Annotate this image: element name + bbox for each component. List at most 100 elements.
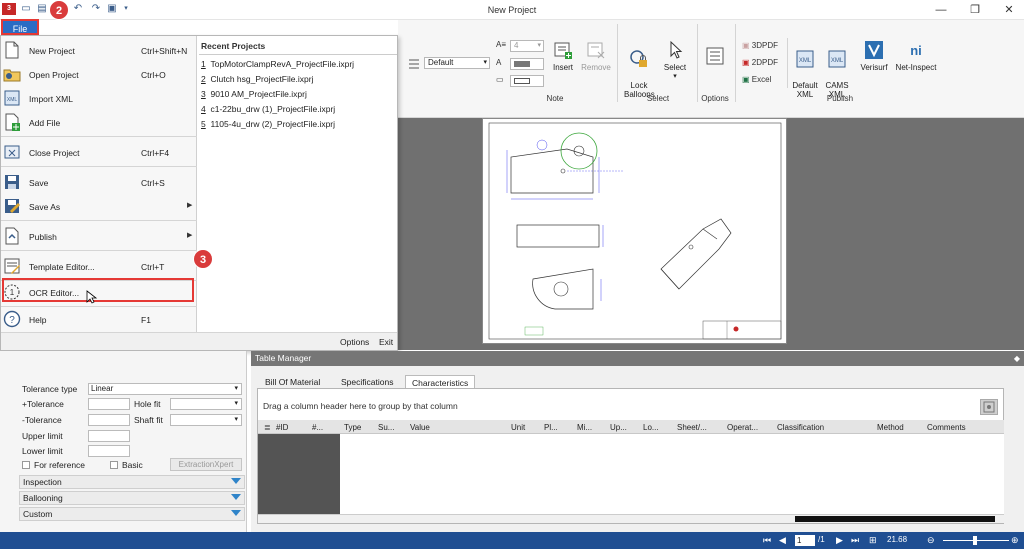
pin-icon[interactable]: ◆ — [1014, 351, 1020, 366]
column-header[interactable]: Operat... — [727, 423, 758, 432]
publish-3dpdf-button[interactable]: ▣ 3DPDF — [742, 41, 778, 50]
hole-fit-select[interactable]: ▾ — [170, 398, 242, 410]
extraction-xpert-label: ExtractionXpert — [178, 460, 234, 469]
extraction-xpert-button[interactable]: ExtractionXpert — [170, 458, 242, 471]
cursor-icon — [670, 40, 683, 59]
tab-specifications[interactable]: Specifications — [335, 375, 399, 389]
border-style-select[interactable] — [510, 75, 544, 87]
exit-button[interactable]: Exit — [379, 337, 393, 347]
tab-bill-of-material[interactable]: Bill Of Material — [259, 375, 326, 389]
section-label: Ballooning — [23, 493, 63, 503]
previous-page-icon[interactable]: ◀ — [779, 535, 786, 546]
publish-verisurf-button[interactable]: Verisurf — [856, 40, 892, 72]
chevron-down-icon — [231, 478, 241, 484]
page-number-input[interactable]: 1 — [795, 535, 815, 546]
column-header[interactable]: Mi... — [577, 423, 592, 432]
style-select[interactable]: Default ▾ — [424, 57, 490, 69]
text-color-select[interactable] — [510, 58, 544, 70]
section-label: Inspection — [23, 477, 62, 487]
recent-project-item[interactable]: 1 TopMotorClampRevA_ProjectFile.ixprj — [201, 59, 354, 69]
options-button[interactable]: Options — [340, 337, 369, 347]
publish-cams-xml-button[interactable]: XML CAMS XML — [822, 40, 852, 99]
last-page-icon[interactable]: ⏭ — [851, 535, 859, 546]
xml-icon: XML — [828, 50, 846, 68]
for-reference-checkbox[interactable] — [22, 461, 30, 469]
menu-item-publish[interactable]: Publish ▶ — [1, 225, 197, 249]
menu-item-open-project[interactable]: Open Project Ctrl+O — [1, 63, 197, 87]
menu-item-save[interactable]: Save Ctrl+S — [1, 171, 197, 195]
shaft-fit-select[interactable]: ▾ — [170, 414, 242, 426]
upper-limit-input[interactable] — [88, 430, 130, 442]
basic-checkbox[interactable] — [110, 461, 118, 469]
recent-project-name: Clutch hsg_ProjectFile.ixprj — [210, 74, 314, 84]
font-size-select[interactable]: 4 ▾ — [510, 40, 544, 52]
options-ribbon-button[interactable] — [700, 46, 730, 69]
grid-menu-icon[interactable]: ≣ — [264, 423, 271, 432]
close-project-icon — [4, 145, 20, 159]
horizontal-scrollbar[interactable] — [258, 514, 1004, 523]
column-header[interactable]: Value — [410, 423, 430, 432]
close-button[interactable]: ✕ — [996, 2, 1022, 18]
section-inspection[interactable]: Inspection — [19, 475, 245, 489]
plus-tolerance-input[interactable] — [88, 398, 130, 410]
column-header[interactable]: Pl... — [544, 423, 558, 432]
recent-project-item[interactable]: 3 9010 AM_ProjectFile.ixprj — [201, 89, 307, 99]
section-label: Custom — [23, 509, 53, 519]
tab-characteristics[interactable]: Characteristics — [405, 375, 476, 389]
menu-separator — [1, 166, 197, 167]
recent-project-item[interactable]: 4 c1-22bu_drw (1)_ProjectFile.ixprj — [201, 104, 335, 114]
publish-net-inspect-button[interactable]: ni Net-Inspect — [894, 40, 938, 72]
column-header[interactable]: Sheet/... — [677, 423, 707, 432]
menu-item-template-editor[interactable]: Template Editor... Ctrl+T — [1, 255, 197, 279]
scrollbar-thumb[interactable] — [795, 516, 995, 522]
next-page-icon[interactable]: ▶ — [836, 535, 843, 546]
recent-project-item[interactable]: 2 Clutch hsg_ProjectFile.ixprj — [201, 74, 313, 84]
publish-2dpdf-button[interactable]: ▣ 2DPDF — [742, 58, 778, 67]
column-header[interactable]: Su... — [378, 423, 394, 432]
minimize-button[interactable]: — — [928, 2, 954, 18]
column-header[interactable]: Up... — [610, 423, 627, 432]
fit-page-icon[interactable]: ⊞ — [869, 535, 877, 546]
zoom-in-icon[interactable]: ⊕ — [1011, 535, 1019, 546]
grid-settings-button[interactable] — [980, 399, 998, 415]
maximize-button[interactable]: ❐ — [962, 2, 988, 18]
column-header[interactable]: Unit — [511, 423, 525, 432]
column-header[interactable]: Type — [344, 423, 361, 432]
zoom-slider-thumb[interactable] — [973, 536, 977, 545]
menu-item-add-file[interactable]: Add File — [1, 111, 197, 135]
column-header[interactable]: Comments — [927, 423, 966, 432]
menu-item-help[interactable]: ? Help F1 — [1, 308, 197, 332]
insert-note-button[interactable]: Insert — [550, 40, 576, 72]
first-page-icon[interactable]: ⏮ — [763, 535, 771, 546]
column-header[interactable]: Method — [877, 423, 904, 432]
section-custom[interactable]: Custom — [19, 507, 245, 521]
publish-excel-button[interactable]: ▣ Excel — [742, 75, 771, 84]
column-header[interactable]: Lo... — [643, 423, 659, 432]
remove-note-button[interactable]: Remove — [580, 40, 612, 72]
grid-body[interactable] — [340, 434, 1004, 514]
insert-note-label: Insert — [552, 63, 573, 72]
menu-item-new-project[interactable]: New Project Ctrl+Shift+N — [1, 39, 197, 63]
menu-item-label: Add File — [29, 118, 61, 128]
tolerance-type-select[interactable]: Linear ▾ — [88, 383, 242, 395]
column-header[interactable]: #... — [312, 423, 323, 432]
lower-limit-input[interactable] — [88, 445, 130, 457]
publish-default-xml-button[interactable]: XML Default XML — [790, 40, 820, 99]
column-header[interactable]: #ID — [276, 423, 288, 432]
section-ballooning[interactable]: Ballooning — [19, 491, 245, 505]
select-button[interactable]: Select ▾ — [662, 40, 688, 81]
menu-item-import-xml[interactable]: XML Import XML — [1, 87, 197, 111]
lock-balloons-button[interactable]: Lock Balloons — [624, 40, 655, 99]
settings-icon — [983, 401, 995, 413]
file-tab[interactable]: File — [1, 19, 39, 35]
recent-project-name: 1105-4u_drw (2)_ProjectFile.ixprj — [210, 119, 336, 129]
recent-project-item[interactable]: 5 1105-4u_drw (2)_ProjectFile.ixprj — [201, 119, 335, 129]
minus-tolerance-input[interactable] — [88, 414, 130, 426]
ribbon-separator — [735, 24, 736, 102]
status-bar: ⏮ ◀ 1 /1 ▶ ⏭ ⊞ 21.68 ⊖ ⊕ — [0, 532, 1024, 549]
menu-item-close-project[interactable]: Close Project Ctrl+F4 — [1, 141, 197, 165]
zoom-out-icon[interactable]: ⊖ — [927, 535, 935, 546]
drawing-sheet[interactable] — [482, 118, 787, 344]
column-header[interactable]: Classification — [777, 423, 824, 432]
menu-item-save-as[interactable]: Save As ▶ — [1, 195, 197, 219]
